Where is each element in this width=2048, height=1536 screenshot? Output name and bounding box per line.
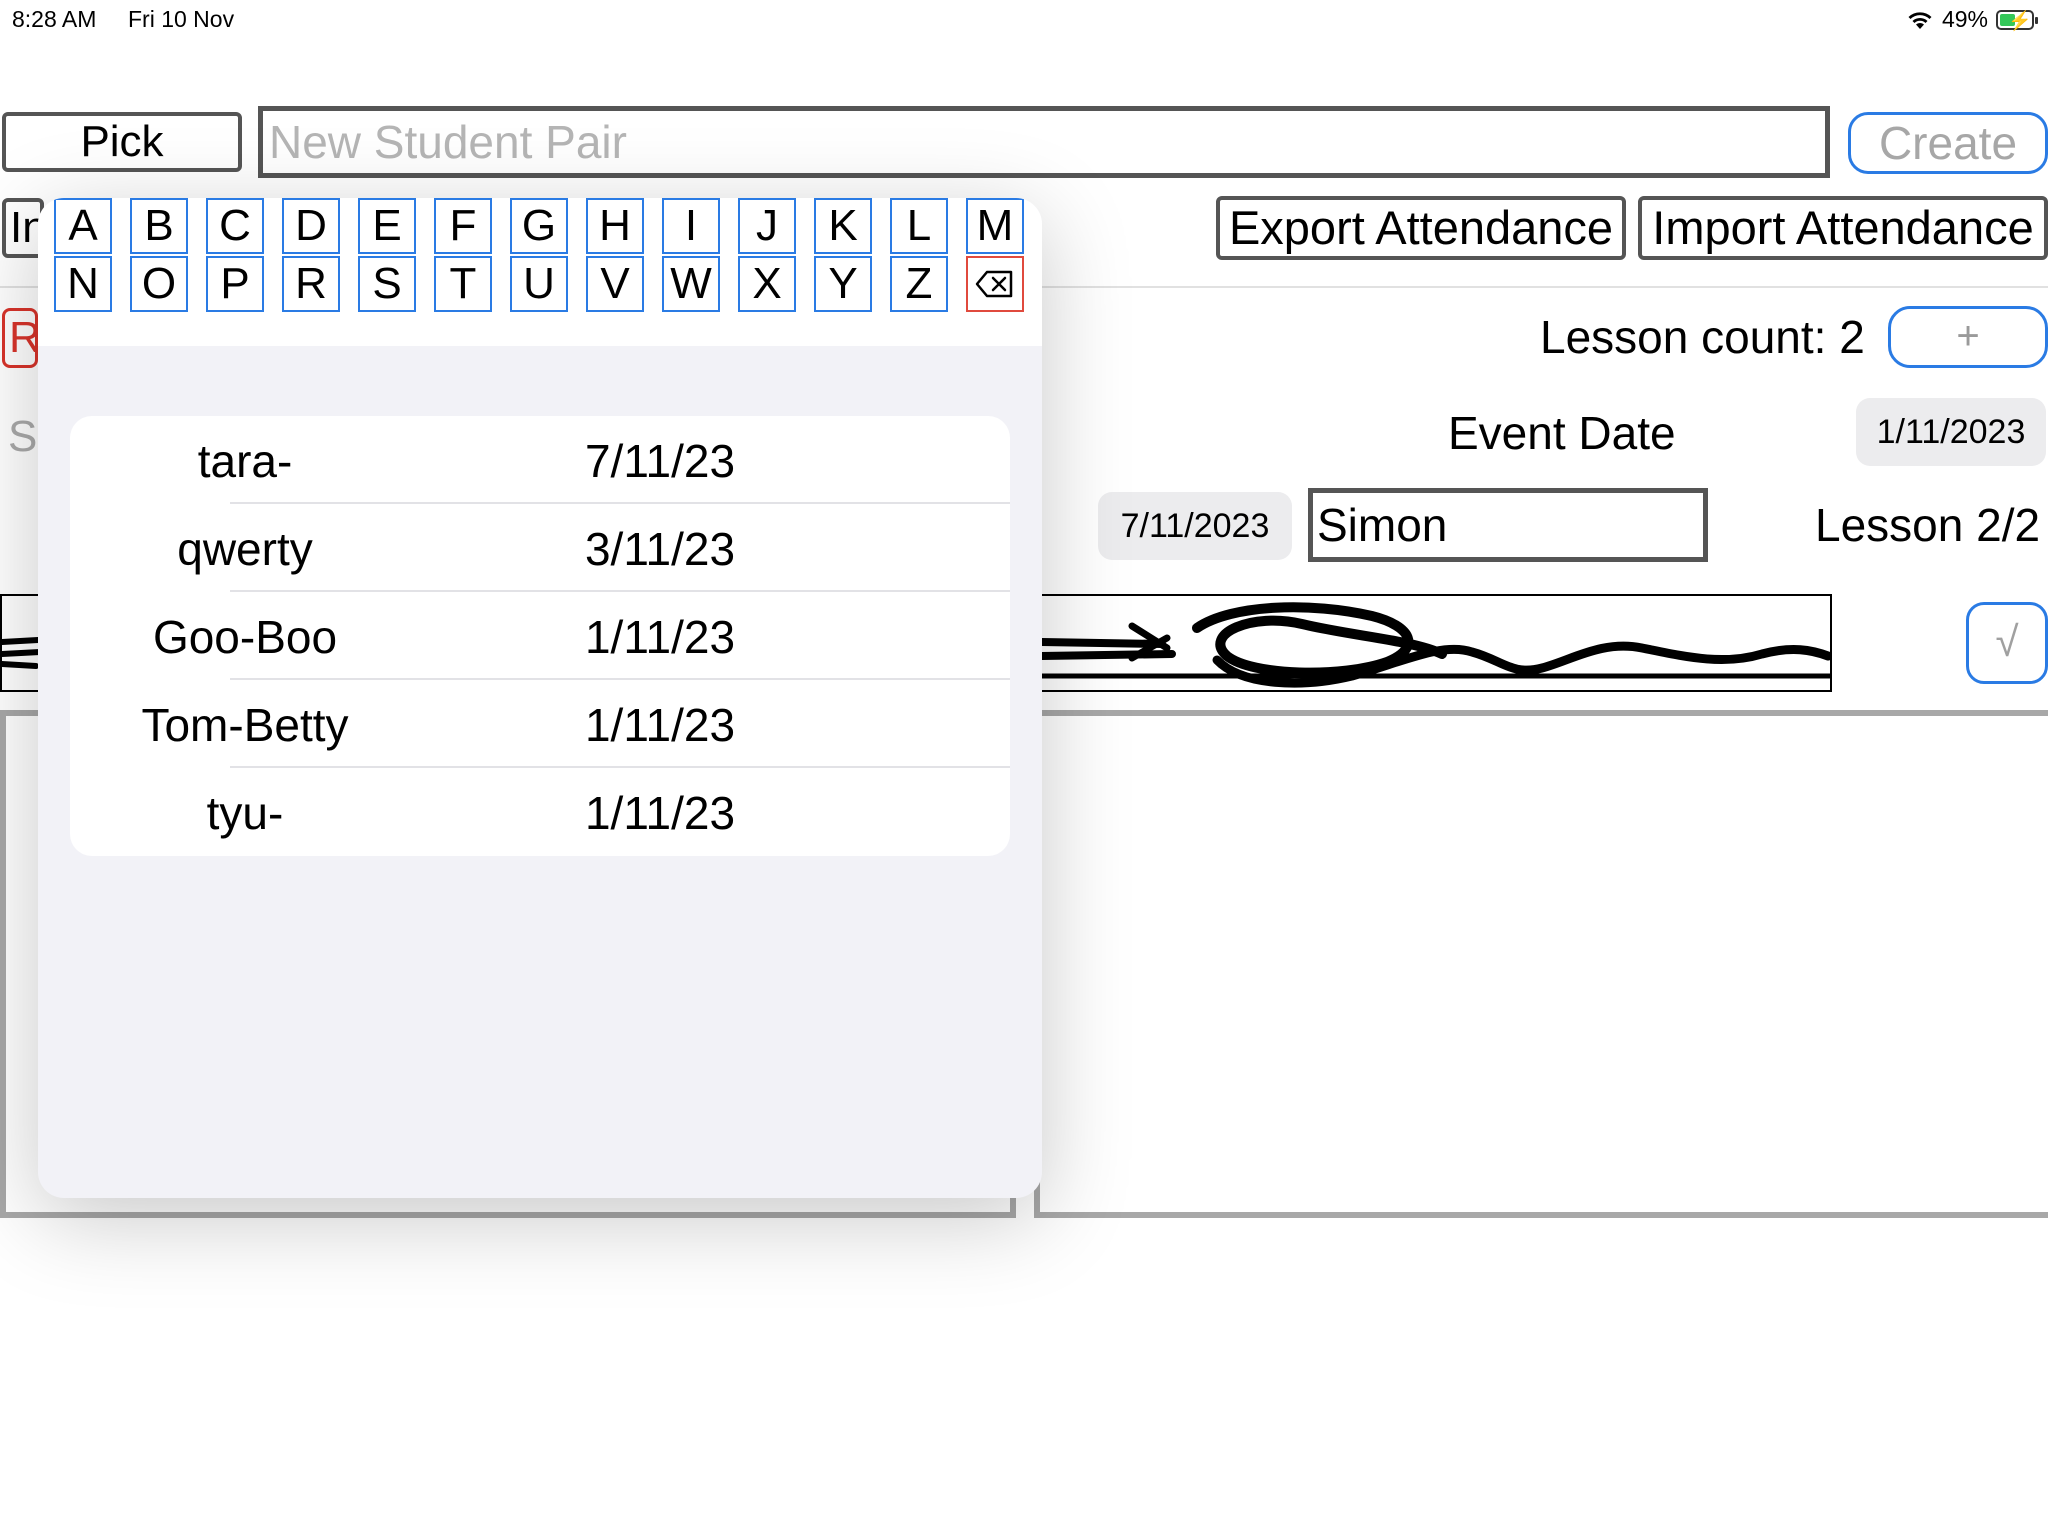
letter-key-v[interactable]: V — [586, 256, 644, 312]
session-date-picker[interactable]: 7/11/2023 — [1098, 492, 1292, 560]
letter-key-y[interactable]: Y — [814, 256, 872, 312]
letter-key-w[interactable]: W — [662, 256, 720, 312]
letter-key-e[interactable]: E — [358, 198, 416, 254]
add-lesson-button[interactable]: + — [1888, 306, 2048, 368]
student-pair-date: 7/11/23 — [584, 435, 736, 487]
student-pair-date: 1/11/23 — [584, 699, 736, 751]
letter-key-l[interactable]: L — [890, 198, 948, 254]
status-bar: 8:28 AM Fri 10 Nov 49% ⚡ — [0, 0, 2048, 40]
battery-charging-icon: ⚡ — [1996, 9, 2038, 32]
student-pair-name: Goo-Boo — [152, 611, 338, 663]
pick-button[interactable]: Pick — [2, 112, 242, 172]
letter-key-m[interactable]: M — [966, 198, 1024, 254]
letter-key-k[interactable]: K — [814, 198, 872, 254]
letter-key-p[interactable]: P — [206, 256, 264, 312]
new-student-pair-input[interactable]: New Student Pair — [258, 106, 1830, 178]
letter-key-a[interactable]: A — [54, 198, 112, 254]
letter-key-f[interactable]: F — [434, 198, 492, 254]
letter-key-d[interactable]: D — [282, 198, 340, 254]
letter-key-n[interactable]: N — [54, 256, 112, 312]
popover-arrow — [100, 172, 144, 198]
letter-key-r[interactable]: R — [282, 256, 340, 312]
lesson-progress: Lesson 2/2 — [1815, 499, 2041, 551]
letter-key-c[interactable]: C — [206, 198, 264, 254]
letter-key-h[interactable]: H — [586, 198, 644, 254]
student-pair-name: qwerty — [177, 523, 313, 575]
backspace-icon[interactable] — [966, 256, 1024, 312]
export-attendance-button[interactable]: Export Attendance — [1216, 196, 1626, 260]
student-pair-row[interactable]: qwerty 3/11/23 — [70, 504, 1010, 592]
student-pair-date: 1/11/23 — [584, 787, 736, 839]
student-pair-list: tara- 7/11/23 qwerty 3/11/23 Goo-Boo 1/11/23 T… — [70, 416, 1010, 856]
import-attendance-button[interactable]: Import Attendance — [1638, 196, 2048, 260]
letter-key-z[interactable]: Z — [890, 256, 948, 312]
status-indicators: 49% ⚡ — [1906, 6, 2038, 33]
event-date-label: Event Date — [1448, 407, 1676, 459]
event-date-picker[interactable]: 1/11/2023 — [1856, 398, 2046, 466]
right-panel — [1034, 710, 2048, 1218]
student-pair-date: 1/11/23 — [584, 611, 736, 663]
student-pair-name: tyu- — [206, 787, 284, 839]
bolt-icon: ⚡ — [2008, 10, 2032, 32]
confirm-signature-button[interactable]: √ — [1966, 602, 2048, 684]
letter-key-b[interactable]: B — [130, 198, 188, 254]
student-pair-row[interactable]: Tom-Betty 1/11/23 — [70, 680, 1010, 768]
letter-key-u[interactable]: U — [510, 256, 568, 312]
s-label: S — [8, 412, 38, 461]
letter-key-t[interactable]: T — [434, 256, 492, 312]
letter-key-g[interactable]: G — [510, 198, 568, 254]
student-pair-picker-popover: ABCDEFGHIJKLM NOPRSTUVWXYZ tara- 7/11/23 qw… — [38, 198, 1042, 1198]
student-pair-name: tara- — [197, 435, 293, 487]
student-pair-date: 3/11/23 — [584, 523, 736, 575]
letter-key-j[interactable]: J — [738, 198, 796, 254]
letter-key-i[interactable]: I — [662, 198, 720, 254]
letter-key-o[interactable]: O — [130, 256, 188, 312]
student-pair-row[interactable]: tyu- 1/11/23 — [70, 768, 1010, 856]
letter-key-s[interactable]: S — [358, 256, 416, 312]
status-date: Fri 10 Nov — [128, 6, 235, 32]
student-pair-row[interactable]: tara- 7/11/23 — [70, 416, 1010, 504]
student-name-input[interactable]: Simon — [1308, 488, 1708, 562]
status-time: 8:28 AM — [12, 6, 97, 32]
letter-filter-bar: ABCDEFGHIJKLM NOPRSTUVWXYZ — [38, 198, 1042, 346]
reset-button[interactable]: R — [2, 308, 38, 368]
wifi-icon — [1908, 11, 1932, 29]
student-pair-row[interactable]: Goo-Boo 1/11/23 — [70, 592, 1010, 680]
create-button[interactable]: Create — [1848, 112, 2048, 174]
student-pair-name: Tom-Betty — [141, 699, 349, 751]
letter-key-x[interactable]: X — [738, 256, 796, 312]
lesson-count: Lesson count: 2 — [1540, 311, 1865, 363]
battery-percent: 49% — [1941, 6, 1988, 32]
